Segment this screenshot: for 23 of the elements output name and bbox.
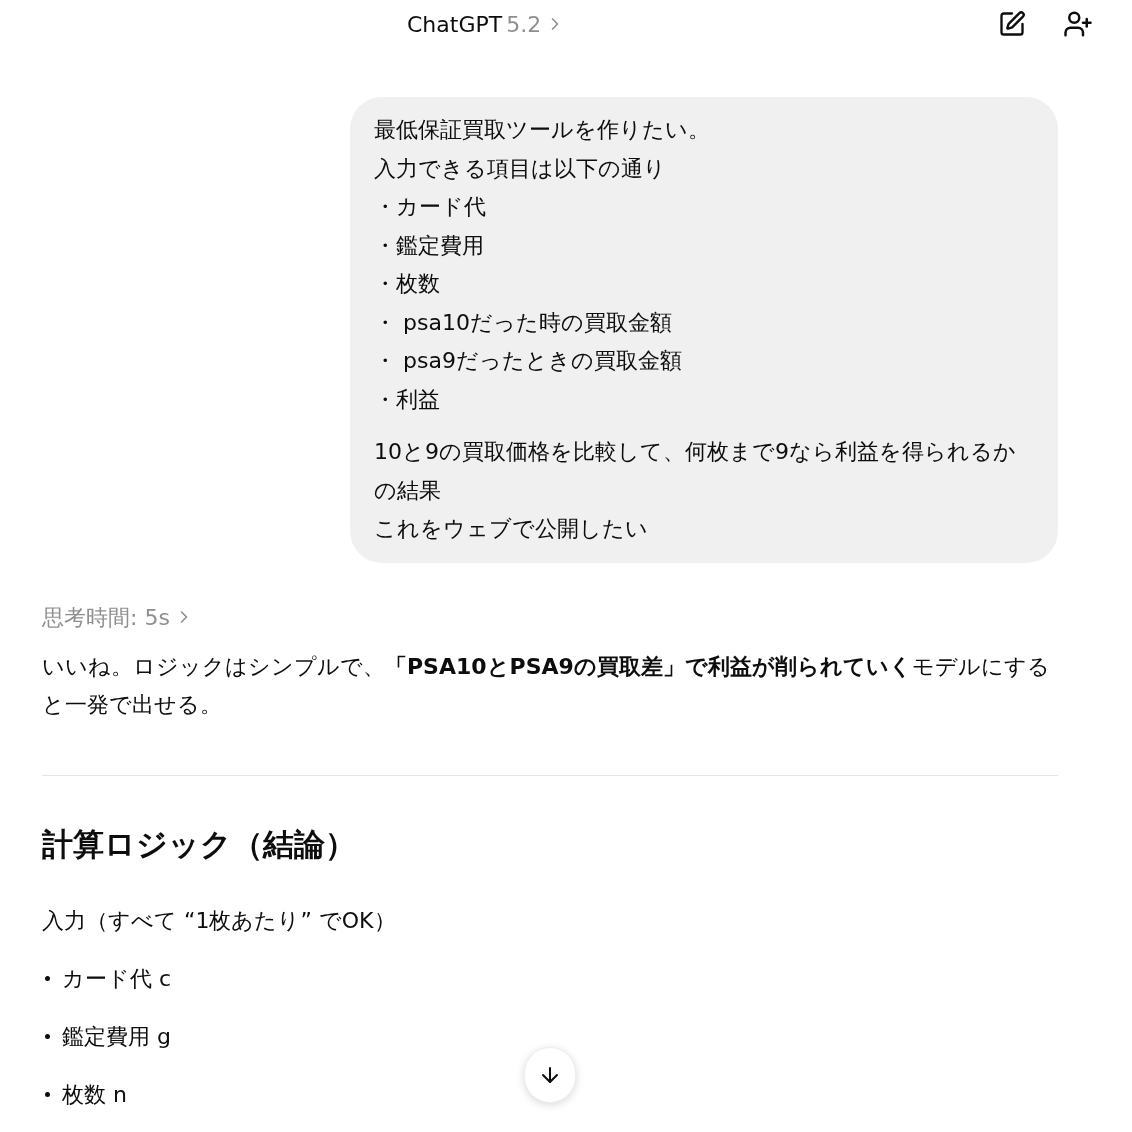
list-item: カード代 c <box>62 964 172 993</box>
message-line: ・枚数 <box>374 270 441 298</box>
list-item: 鑑定費用 g <box>62 1022 171 1051</box>
scroll-down-button[interactable] <box>524 1047 576 1103</box>
message-line: ・カード代 <box>374 193 487 221</box>
answer-paragraph: いいね。ロジックはシンプルで、「PSA10とPSA9の買取差」で利益が削られていくモデルにすると一発で出せる。 <box>42 652 1051 719</box>
bullet-icon <box>45 976 50 981</box>
message-line: 入力できる項目は以下の通り <box>374 154 667 183</box>
bullet-icon <box>45 1034 50 1039</box>
message-line: 10と9の買取価格を比較して、何枚まで9なら利益を得られるかの結果 <box>374 438 1017 505</box>
message-line: 最低保証買取ツールを作りたい。 <box>374 116 711 144</box>
message-line: ・ psa9だったときの買取金額 <box>374 347 683 375</box>
message-line: ・利益 <box>374 385 441 414</box>
bullet-icon <box>45 1092 50 1097</box>
edit-icon <box>998 10 1026 38</box>
input-label: 入力（すべて “1枚あたり” でOK） <box>42 906 397 935</box>
model-selector[interactable]: ChatGPT 5.2 <box>407 7 566 41</box>
section-heading: 計算ロジック（結論） <box>42 824 357 864</box>
message-line: ・鑑定費用 <box>374 231 485 260</box>
add-person-icon <box>1063 9 1093 39</box>
list-item: 枚数 n <box>62 1080 127 1109</box>
message-line: ・ psa10だった時の買取金額 <box>374 308 673 337</box>
message-line: これをウェブで公開したい <box>374 515 649 543</box>
